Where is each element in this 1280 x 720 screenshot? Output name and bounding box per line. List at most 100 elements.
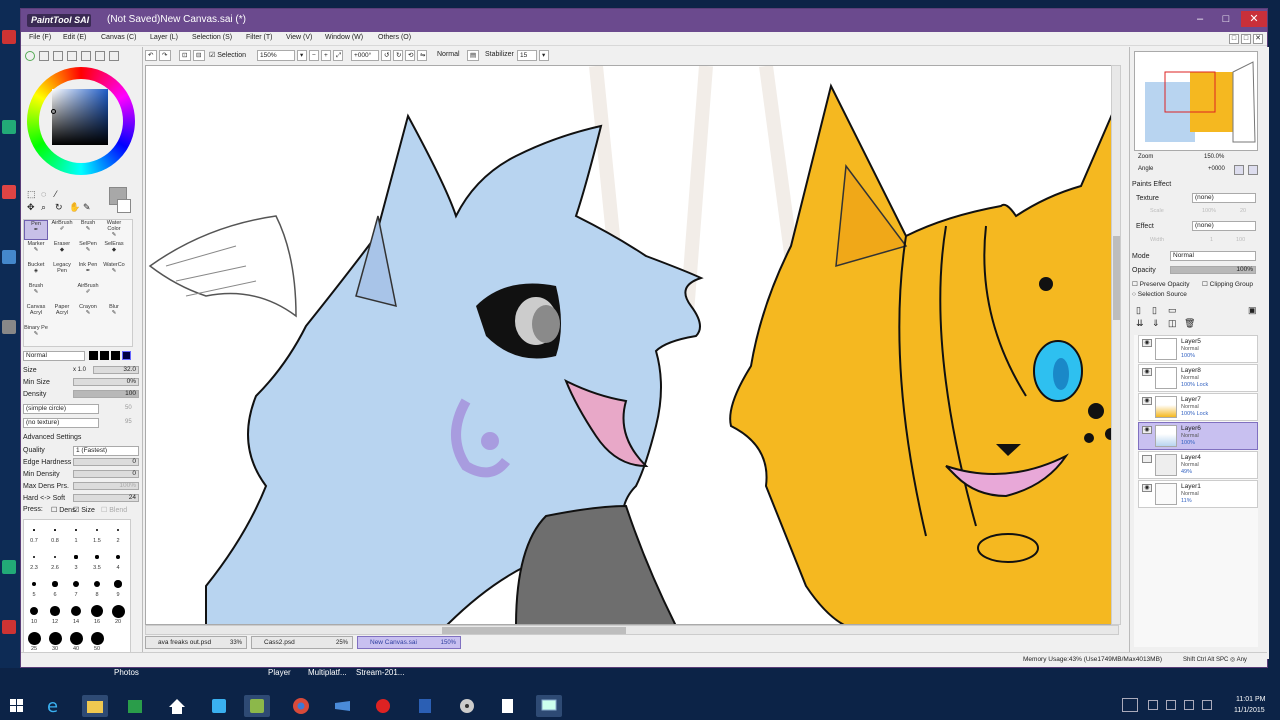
desktop-icon[interactable] [2,185,16,199]
rotate-reset-icon[interactable]: ⟲ [405,50,415,61]
desktop-label[interactable]: Multiplatf... [308,668,347,677]
brush-size-preset[interactable] [74,555,78,559]
record-icon[interactable] [370,695,396,717]
new-linework-layer-icon[interactable]: ▯ [1152,305,1157,316]
tool-bucket[interactable]: Bucket ◈ [24,262,48,282]
zoom-out-icon[interactable]: − [309,50,319,61]
brush-size-preset[interactable] [54,529,56,531]
lasso-icon[interactable]: ◌ [41,189,46,199]
chrome-icon[interactable] [288,695,314,717]
menu-others[interactable]: Others (O) [378,34,411,41]
brush-size-preset[interactable] [73,581,79,587]
flip-icon[interactable]: ⇋ [417,50,427,61]
tray-icon[interactable] [1148,700,1158,710]
redo-icon[interactable]: ↷ [159,50,171,61]
home-icon[interactable] [164,695,190,717]
zoom-icon[interactable]: ⌕ [41,202,46,213]
mdi-maximize-icon[interactable]: □ [1241,34,1251,44]
desktop-icon[interactable] [2,120,16,134]
effect-select[interactable]: (none) [1192,221,1256,231]
vertical-scrollbar[interactable] [1111,65,1121,625]
brush-size-preset[interactable] [32,555,36,559]
min-size-slider[interactable]: 0% [73,378,139,386]
brush-size-preset[interactable] [70,605,82,617]
nav-reset-icon[interactable] [1248,165,1258,175]
internet-explorer-icon[interactable]: e [40,695,66,717]
visibility-eye-icon[interactable]: ◉ [1142,397,1152,405]
brush-shape-select[interactable]: (simple circle) [23,404,99,414]
hand-icon[interactable]: ✋ [69,202,80,213]
brush-size-preset[interactable] [93,580,101,588]
blend-toggle-icon[interactable]: ▤ [467,50,479,61]
preserve-opacity-checkbox[interactable]: ☐ Preserve Opacity [1132,280,1190,288]
close-button[interactable]: ✕ [1241,11,1267,27]
tool-brush[interactable]: Brush ✎ [76,220,100,240]
mdi-close-icon[interactable]: ✕ [1253,34,1263,44]
brush-size-preset[interactable] [33,529,35,531]
density-slider[interactable]: 100 [73,390,139,398]
tool-paper-acryl[interactable]: Paper Acryl [50,304,74,324]
stabilizer-dropdown-icon[interactable]: ▾ [539,50,549,61]
brush-size-preset[interactable] [111,604,125,618]
hard-soft-slider[interactable]: 24 [73,494,139,502]
move-icon[interactable]: ✥ [27,202,35,213]
keyboard-icon[interactable] [1122,698,1138,712]
zoom-reset-icon[interactable]: ⤢ [333,50,343,61]
advanced-settings-toggle[interactable]: Advanced Settings [23,434,81,441]
rect-select-icon[interactable]: ⬚ [27,189,36,200]
tool-ink-pen[interactable]: Ink Pen ✒ [76,262,100,282]
nav-rotate-icon[interactable] [1234,165,1244,175]
size-multiplier[interactable]: x 1.0 [73,367,86,373]
layer-row[interactable]: ◉ Layer5 Normal 100% [1138,335,1258,363]
volume-icon[interactable] [1184,700,1194,710]
deselect-icon[interactable]: ⊡ [179,50,191,61]
menu-filter[interactable]: Filter (T) [246,34,272,41]
menu-view[interactable]: View (V) [286,34,312,41]
edge-hardness-slider[interactable]: 0 [73,458,139,466]
brush-size-preset[interactable] [114,580,122,588]
layer-row[interactable]: ◉ Layer8 Normal 100% Lock [1138,364,1258,392]
blend-checkbox[interactable]: ☐ Blend [101,506,127,514]
user-mix-icon[interactable] [95,51,105,61]
menu-file[interactable]: File (F) [29,34,51,41]
clipping-group-checkbox[interactable]: ☐ Clipping Group [1202,280,1253,288]
tab-document[interactable]: Cass2.psd 25% [251,636,353,649]
brush-size-preset[interactable] [30,607,38,615]
network-icon[interactable] [1166,700,1176,710]
desktop-label[interactable]: Player [268,668,291,677]
clear-layer-icon[interactable]: ◫ [1168,318,1177,329]
paint-tool-sai-icon[interactable] [244,695,270,717]
menu-selection[interactable]: Selection (S) [192,34,232,41]
color-wheel-icon[interactable] [25,51,35,61]
title-bar[interactable]: PaintTool SAI (Not Saved)New Canvas.sai … [21,9,1267,32]
desktop-icon[interactable] [2,250,16,264]
clock-date[interactable]: 11/1/2015 [1234,707,1265,714]
max-dens-slider[interactable]: 100% [73,482,139,490]
tool-brush2[interactable]: Brush ✎ [24,283,48,303]
desktop-label[interactable]: Photos [114,668,139,677]
opacity-slider[interactable]: 100% [1170,266,1256,274]
tab-document-active[interactable]: New Canvas.sai 150% [357,636,461,649]
monitor-icon[interactable] [536,695,562,717]
color-mixer-icon[interactable] [109,51,119,61]
action-center-icon[interactable] [1202,700,1212,710]
hsv-slider-icon[interactable] [53,51,63,61]
maximize-button[interactable]: □ [1213,11,1239,27]
mdi-restore-icon[interactable]: □ [1229,34,1239,44]
secondary-color-swatch[interactable] [117,199,131,213]
brush-size-preset[interactable] [69,631,83,645]
selection-source-checkbox[interactable]: ○ Selection Source [1132,291,1187,298]
brush-size-preset[interactable] [27,631,41,645]
transfer-down-icon[interactable]: ⇊ [1136,318,1144,329]
tool-airbrush[interactable]: AirBrush ✐ [50,220,74,240]
desktop-icon[interactable] [2,560,16,574]
brush-size-preset[interactable] [90,604,104,618]
tool-crayon[interactable]: Crayon ✎ [76,304,100,324]
desktop-label[interactable]: Stream-201... [356,668,404,677]
menu-canvas[interactable]: Canvas (C) [101,34,136,41]
new-layer-icon[interactable]: ▯ [1136,305,1141,316]
eyedropper-icon[interactable]: ✎ [83,202,91,213]
texture-select[interactable]: (none) [1192,193,1256,203]
horizontal-scrollbar[interactable] [145,625,1119,635]
brush-size-preset[interactable] [52,581,58,587]
